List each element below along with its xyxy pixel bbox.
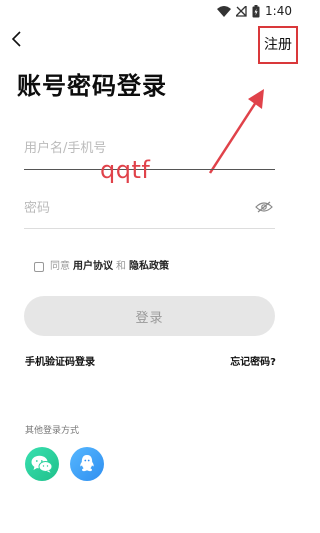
login-button[interactable]: 登录 bbox=[24, 296, 275, 336]
qq-icon bbox=[80, 455, 94, 472]
no-signal-icon bbox=[236, 5, 247, 17]
agreement-prefix: 同意 bbox=[50, 261, 70, 272]
annotation-text: qqtf bbox=[100, 156, 151, 184]
page-title: 账号密码登录 bbox=[17, 72, 167, 100]
status-icons: 1:40 bbox=[217, 3, 292, 19]
login-label: 登录 bbox=[135, 310, 164, 326]
status-bar: 1:40 bbox=[0, 0, 300, 22]
agreement-checkbox[interactable] bbox=[34, 262, 44, 272]
password-divider bbox=[24, 228, 275, 229]
annotation-arrow bbox=[208, 89, 264, 174]
wechat-login-button[interactable] bbox=[25, 447, 59, 481]
user-agreement-link[interactable]: 用户协议 bbox=[73, 261, 113, 273]
eye-off-icon bbox=[255, 201, 273, 213]
other-login-label: 其他登录方式 bbox=[25, 426, 80, 436]
privacy-policy-link[interactable]: 隐私政策 bbox=[129, 261, 169, 273]
wifi-icon bbox=[217, 5, 232, 17]
agreement-and: 和 bbox=[116, 261, 126, 272]
agreement-row: 同意 用户协议 和 隐私政策 bbox=[34, 261, 172, 273]
forgot-password-link[interactable]: 忘记密码? bbox=[230, 353, 276, 368]
back-button[interactable] bbox=[6, 26, 28, 52]
status-time: 1:40 bbox=[265, 4, 292, 18]
chevron-left-icon bbox=[12, 31, 21, 47]
register-label: 注册 bbox=[264, 37, 292, 53]
password-input[interactable] bbox=[24, 196, 244, 220]
sms-login-link[interactable]: 手机验证码登录 bbox=[25, 353, 95, 368]
register-button[interactable]: 注册 bbox=[258, 26, 298, 64]
qq-login-button[interactable] bbox=[70, 447, 104, 481]
battery-icon bbox=[252, 4, 260, 17]
password-visibility-toggle[interactable] bbox=[255, 199, 273, 213]
wechat-icon bbox=[31, 455, 53, 473]
